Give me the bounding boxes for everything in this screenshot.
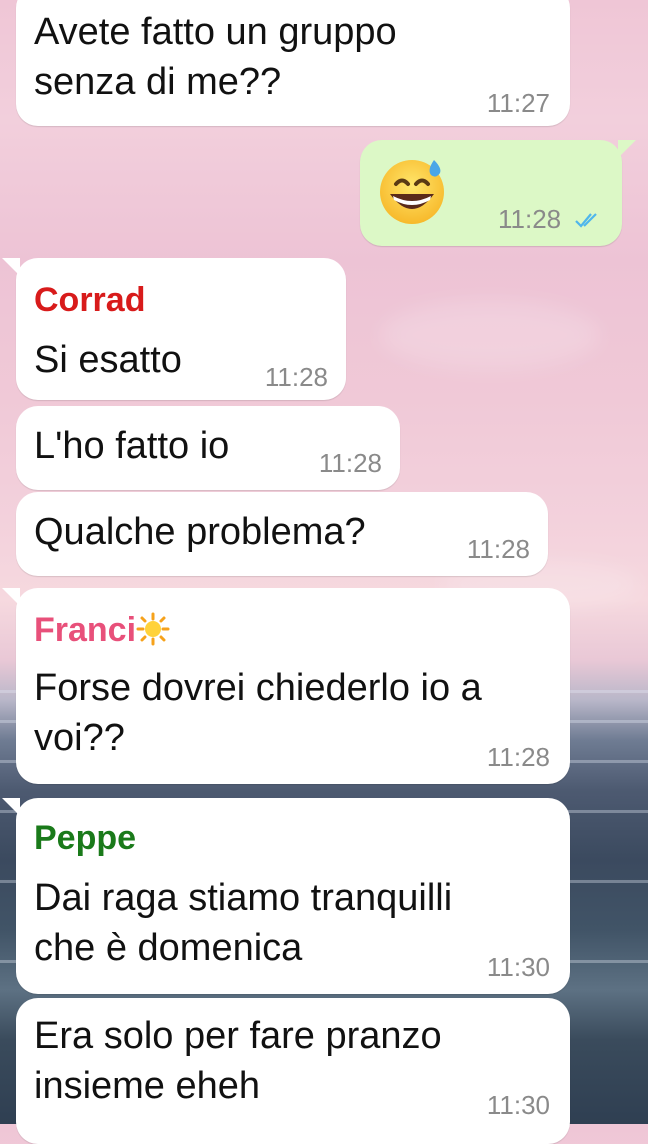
message-text: L'ho fatto io xyxy=(34,425,230,467)
message-text: voi?? xyxy=(34,717,125,759)
message-text: Avete fatto un gruppo xyxy=(34,11,397,53)
message-time: 11:28 xyxy=(466,534,530,564)
sun-icon xyxy=(136,612,170,646)
message-bubble[interactable]: Corrad Si esatto 11:28 xyxy=(2,258,346,400)
message-text: che è domenica xyxy=(34,927,303,969)
message-bubble[interactable]: Franci Forse dovrei chiederlo io a voi??… xyxy=(2,588,570,784)
message-text: Era solo per fare pranzo xyxy=(34,1015,442,1057)
message-time: 11:28 xyxy=(498,204,562,234)
message-bubble-outgoing[interactable]: 11:28 xyxy=(360,140,636,246)
message-text: Qualche problema? xyxy=(34,511,366,553)
message-text: Forse dovrei chiederlo io a xyxy=(34,667,482,709)
message-time: 11:30 xyxy=(486,1090,550,1120)
message-time: 11:28 xyxy=(264,362,328,392)
message-time: 11:30 xyxy=(486,952,550,982)
message-time: 11:28 xyxy=(486,742,550,772)
message-text: Si esatto xyxy=(34,339,182,381)
message-time: 11:28 xyxy=(318,448,382,478)
message-text: Dai raga stiamo tranquilli xyxy=(34,877,453,919)
message-text: senza di me?? xyxy=(34,61,282,103)
message-bubble[interactable]: Era solo per fare pranzo insieme eheh 11… xyxy=(16,998,570,1144)
read-receipt-icon xyxy=(575,213,597,228)
grinning-face-with-sweat-icon xyxy=(380,160,444,224)
message-bubble[interactable]: Qualche problema? 11:28 xyxy=(16,492,548,576)
message-time: 11:27 xyxy=(486,88,550,118)
sender-name-text: Franci xyxy=(34,611,137,649)
message-bubble[interactable]: Peppe Dai raga stiamo tranquilli che è d… xyxy=(2,798,570,994)
message-bubble[interactable]: L'ho fatto io 11:28 xyxy=(16,406,400,490)
sender-name[interactable]: Peppe xyxy=(34,818,136,858)
message-text: insieme eheh xyxy=(34,1065,261,1107)
message-bubble[interactable]: Avete fatto un gruppo senza di me?? 11:2… xyxy=(16,0,570,126)
sender-name[interactable]: Corrad xyxy=(34,280,145,320)
wallpaper-cloud xyxy=(380,300,600,370)
sender-name[interactable]: Franci xyxy=(34,610,170,650)
